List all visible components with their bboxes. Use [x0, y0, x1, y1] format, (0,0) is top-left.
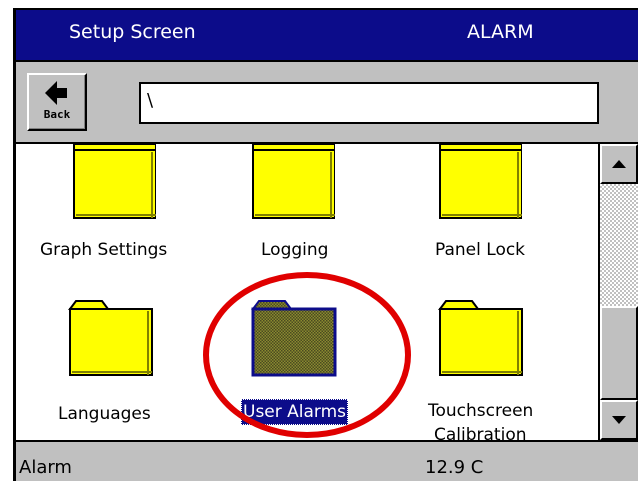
folder-label-line2: Calibration: [434, 425, 527, 442]
scroll-up-button[interactable]: [600, 144, 638, 184]
folder-label: Logging: [261, 240, 329, 260]
folder-languages[interactable]: Languages: [46, 299, 176, 429]
folder-browser: Graph Settings Logging Panel Lock Langua…: [16, 144, 638, 442]
folder-icon: [73, 144, 156, 219]
status-alarm-text: Alarm: [19, 457, 72, 478]
folder-icon: [251, 300, 337, 377]
folder-label-selected: User Alarms: [241, 399, 349, 425]
folder-panel-lock[interactable]: Panel Lock: [416, 144, 546, 274]
folder-label: Panel Lock: [435, 240, 526, 260]
status-bar: Alarm 12.9 C: [16, 442, 638, 481]
scroll-down-button[interactable]: [600, 400, 638, 440]
folder-label: Graph Settings: [40, 240, 168, 260]
back-button[interactable]: Back: [27, 73, 87, 131]
left-arrow-icon: [45, 81, 67, 105]
screen-title: Setup Screen: [69, 21, 196, 43]
folder-label-line1: Touchscreen: [428, 401, 534, 421]
folder-graph-settings[interactable]: Graph Settings: [36, 144, 186, 274]
scrollbar-thumb[interactable]: [600, 306, 638, 400]
path-field[interactable]: \: [139, 82, 599, 124]
folder-touchscreen-calibration[interactable]: Touchscreen Calibration: [416, 299, 546, 442]
back-button-label: Back: [43, 108, 71, 121]
folder-icon: [438, 300, 523, 376]
setup-screen: Setup Screen ALARM Back \ Graph Settings: [13, 8, 638, 481]
folder-logging[interactable]: Logging: [241, 144, 351, 274]
status-temperature: 12.9 C: [425, 457, 484, 478]
folder-icon: [252, 144, 335, 219]
triangle-down-icon: [612, 416, 626, 424]
folder-user-alarms[interactable]: User Alarms: [231, 299, 371, 429]
triangle-up-icon: [612, 160, 626, 168]
folder-label: Languages: [58, 404, 151, 424]
vertical-scrollbar[interactable]: [598, 144, 638, 440]
title-bar: Setup Screen ALARM: [16, 10, 638, 62]
folder-icon: [68, 300, 153, 376]
mode-indicator: ALARM: [467, 21, 534, 43]
toolbar: Back \: [16, 62, 638, 144]
folder-icon: [439, 144, 522, 219]
